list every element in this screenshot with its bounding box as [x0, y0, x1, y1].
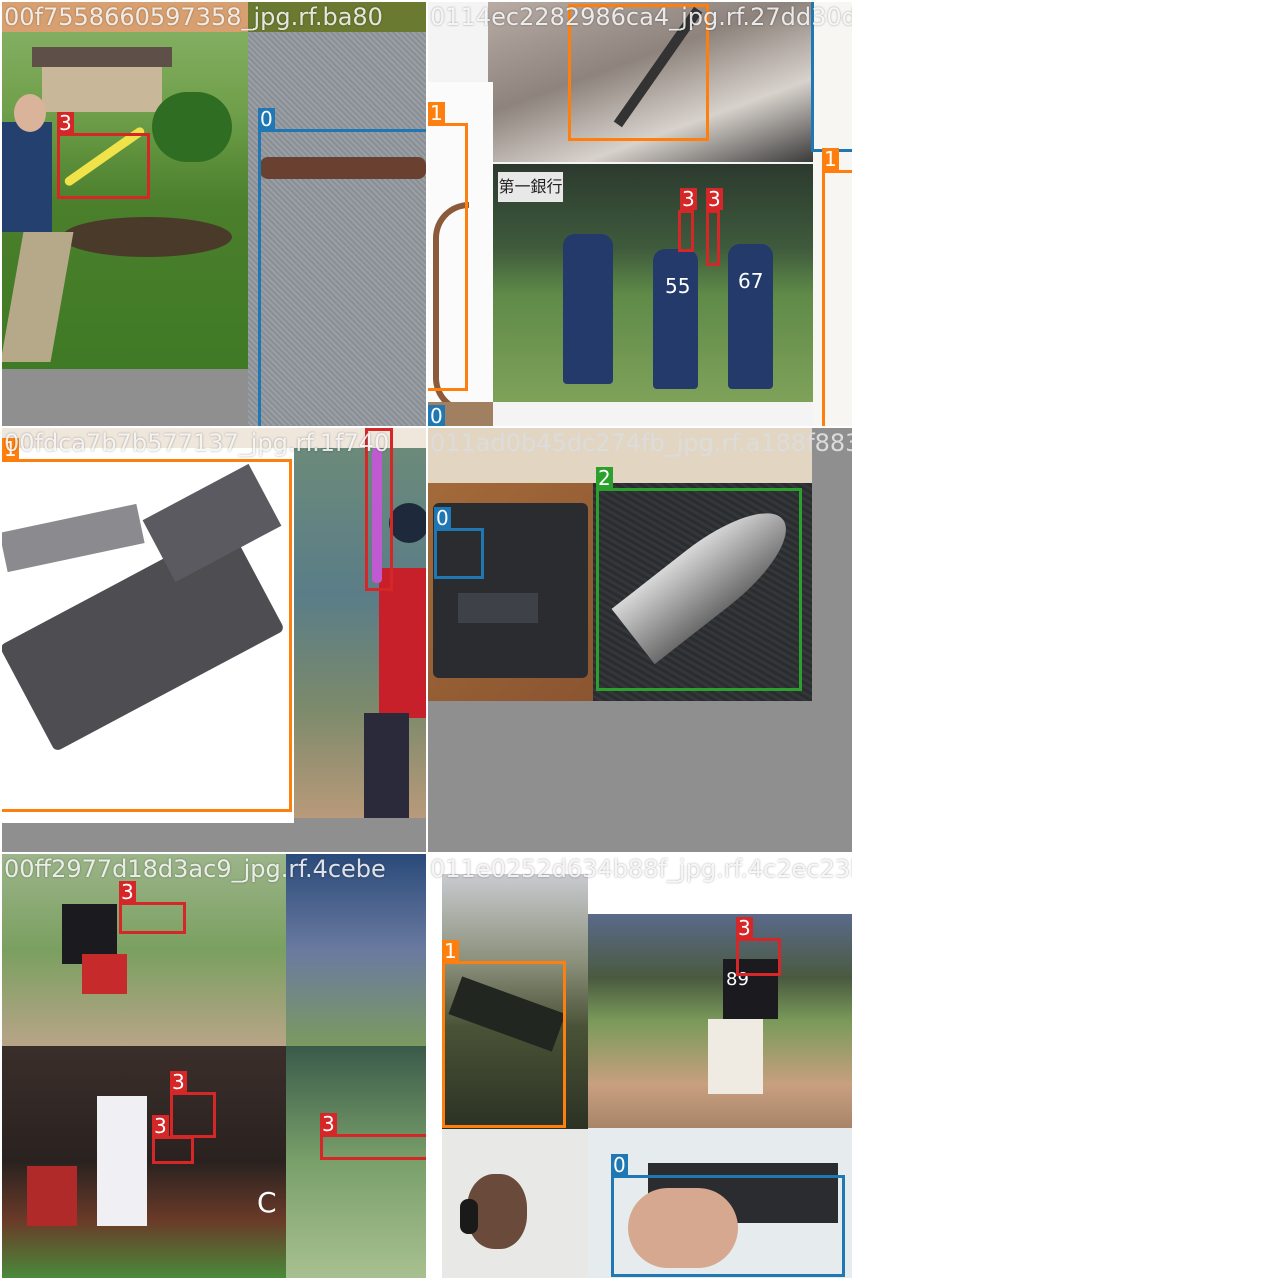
photo-baseball-players: 第一銀行 55 67	[493, 164, 813, 402]
bbox-class-2	[596, 488, 802, 691]
bbox-label: 3	[680, 187, 697, 211]
player-shape	[728, 244, 773, 389]
person-torso	[2, 122, 52, 232]
bbox-class-0	[258, 129, 426, 426]
bbox-class-3	[57, 133, 150, 199]
bbox-class-3	[678, 210, 694, 252]
jersey-number: 55	[665, 274, 691, 298]
bbox-class-1	[822, 170, 852, 426]
mosaic-tile-3: 1 3 00fdca7b7b577137_jpg.rf.1f740	[2, 428, 426, 852]
bbox-class-0	[611, 1175, 845, 1277]
roof-shape	[32, 47, 172, 67]
bbox-label: 0	[434, 506, 451, 530]
bbox-label: 2	[596, 466, 613, 490]
photo-pistol-case	[428, 483, 593, 701]
bbox-class-1	[568, 4, 709, 141]
bbox-class-1	[2, 459, 292, 812]
photo-top-band	[428, 428, 812, 483]
player-shape	[653, 249, 698, 389]
bbox-class-3	[736, 938, 781, 976]
batter-uniform	[97, 1096, 147, 1226]
bbox-label: 3	[736, 916, 753, 940]
batter-legs	[364, 713, 409, 818]
tree-shape	[152, 92, 232, 162]
bbox-class-0	[811, 2, 852, 152]
bbox-label: 3	[119, 880, 136, 904]
mosaic-tile-2: 第一銀行 55 67 1 1 3 3 0 0114ec2282986ca4_jp…	[428, 2, 852, 426]
bbox-label: 3	[57, 111, 74, 135]
bbox-label: 1	[442, 939, 459, 963]
mosaic-tile-1: 3 0 00f7558660597358_jpg.rf.ba80	[2, 2, 426, 426]
jersey-number: 67	[738, 269, 764, 293]
bbox-class-3	[365, 428, 393, 591]
bbox-label: 0	[611, 1153, 628, 1177]
person-legs	[2, 232, 74, 362]
mulch-shape	[62, 217, 232, 257]
bbox-class-3	[152, 1136, 194, 1164]
photo-top-strip	[2, 428, 426, 448]
bbox-class-1	[428, 123, 468, 391]
bbox-class-1	[442, 961, 566, 1128]
person-head	[14, 94, 46, 132]
mosaic-tile-6: 89 1 3 0 011e0252d634b88f_jpg.rf.4c2ec23…	[428, 854, 852, 1278]
bbox-label: 3	[170, 1070, 187, 1094]
bbox-class-3	[119, 902, 186, 934]
bbox-class-0	[434, 528, 484, 579]
bank-sign: 第一銀行	[498, 172, 563, 202]
bbox-class-3	[320, 1134, 426, 1160]
headphone-shape	[460, 1199, 478, 1234]
bbox-label: 1	[428, 101, 445, 125]
pistol-shape	[458, 593, 538, 623]
bbox-label: 0	[428, 404, 445, 426]
photo-stadium-top	[286, 854, 426, 1046]
top-strip	[2, 2, 248, 32]
bbox-label: 0	[258, 107, 275, 131]
catcher-gear	[27, 1166, 77, 1226]
bbox-label: 1	[822, 147, 839, 171]
photo-stadium-bottom	[286, 1046, 426, 1278]
top-strip-2	[248, 2, 426, 32]
mosaic-tile-4: 0 2 011ad0b45dc274fb_jpg.rf.a188f88383f4…	[428, 428, 852, 852]
bbox-class-3	[706, 210, 720, 266]
photo-softball-batter	[294, 448, 426, 818]
wall-letter: C	[257, 1186, 277, 1219]
house-shape	[42, 62, 162, 112]
photo-headphones-person	[442, 1129, 588, 1278]
player-shape	[563, 234, 613, 384]
bbox-label: 3	[706, 187, 723, 211]
photo-batter-89: 89	[588, 914, 852, 1128]
photo-field-batter	[2, 854, 286, 1046]
bbox-label: 1	[2, 437, 19, 461]
batter-pants	[708, 1019, 763, 1094]
batter-helmet	[389, 503, 426, 543]
batter-shorts	[82, 954, 127, 994]
bbox-class-3	[170, 1092, 216, 1138]
bbox-label: 3	[152, 1114, 169, 1138]
mosaic-tile-5: C 3 3 3 3 00ff2977d18d3ac9_jpg.rf.4cebe	[2, 854, 426, 1278]
photo-cubs-game: C	[2, 1046, 286, 1278]
bbox-label: 3	[320, 1112, 337, 1136]
